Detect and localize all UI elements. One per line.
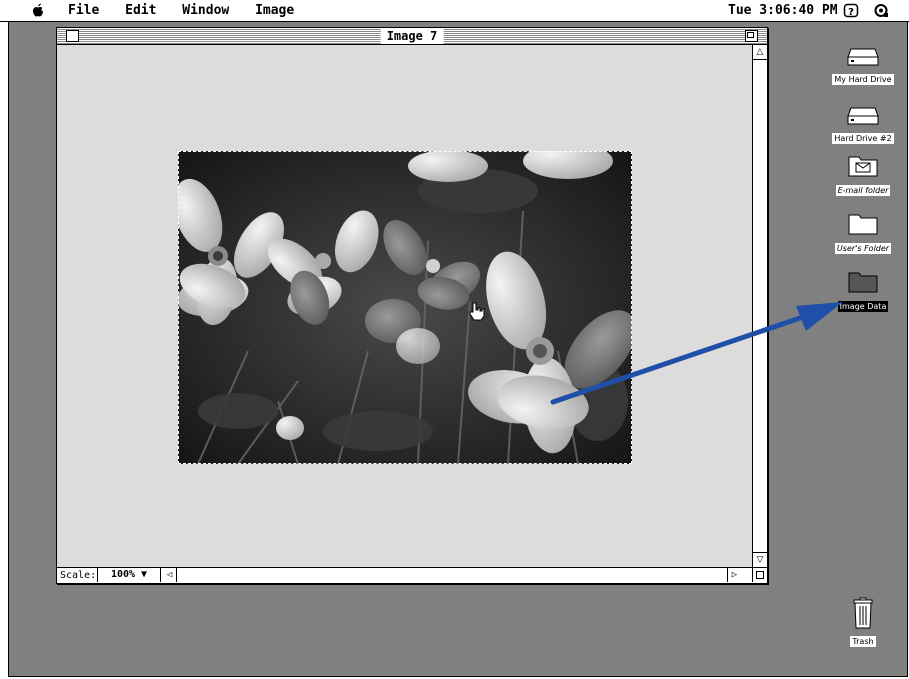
email-folder-icon xyxy=(848,156,878,177)
scale-popup[interactable]: 100% ▼ xyxy=(97,568,161,582)
folder-icon xyxy=(848,214,878,235)
image-window[interactable]: Image 7 △ ▽ Scale: 100% ▼ ◁ ▷ xyxy=(56,27,768,584)
desktop-icon-label: User's Folder xyxy=(834,243,892,254)
scale-label: Scale: xyxy=(60,570,97,581)
desktop-icon-hard-drive-2[interactable]: Hard Drive #2 xyxy=(823,106,903,145)
desktop-icon-label: Hard Drive #2 xyxy=(832,133,894,144)
menu-items: File Edit Window Image xyxy=(68,0,312,21)
application-menu-icon[interactable] xyxy=(873,3,889,18)
desktop-icon-label: Trash xyxy=(850,636,876,647)
scroll-down-arrow-icon[interactable]: ▽ xyxy=(753,552,767,567)
vertical-scrollbar[interactable]: △ ▽ xyxy=(752,45,767,567)
menu-bar: File Edit Window Image Tue 3:06:40 PM ? xyxy=(0,0,909,22)
window-title-bar[interactable]: Image 7 xyxy=(57,28,767,45)
desktop-icon-label: E-mail folder xyxy=(835,185,891,196)
menu-edit[interactable]: Edit xyxy=(125,3,156,18)
desktop-icon-trash[interactable]: Trash xyxy=(823,597,903,648)
scroll-up-arrow-icon[interactable]: △ xyxy=(753,45,767,60)
window-title: Image 7 xyxy=(380,28,444,44)
desktop-icon-users-folder[interactable]: User's Folder xyxy=(823,210,903,255)
close-box-button[interactable] xyxy=(66,30,79,42)
apple-menu-icon[interactable] xyxy=(30,0,46,21)
flower-photo[interactable] xyxy=(178,151,632,464)
size-box-icon[interactable] xyxy=(752,568,767,582)
hard-drive-icon xyxy=(847,48,879,66)
zoom-box-button[interactable] xyxy=(745,30,758,42)
menu-file[interactable]: File xyxy=(68,3,99,18)
help-menu-icon[interactable]: ? xyxy=(843,3,859,18)
flower-photo-artwork xyxy=(178,151,632,464)
desktop-icon-label: My Hard Drive xyxy=(832,74,894,85)
desktop-icon-my-hard-drive[interactable]: My Hard Drive xyxy=(823,47,903,86)
scroll-left-arrow-icon[interactable]: ◁ xyxy=(163,568,177,582)
desktop-icon-label: Image Data xyxy=(837,301,889,312)
desktop-icon-image-data[interactable]: Image Data xyxy=(823,268,903,313)
trash-icon xyxy=(853,597,873,629)
scroll-right-arrow-icon[interactable]: ▷ xyxy=(727,568,741,582)
menu-window[interactable]: Window xyxy=(182,3,229,18)
window-bottom-bar: Scale: 100% ▼ ◁ ▷ xyxy=(57,567,767,583)
svg-text:?: ? xyxy=(848,7,854,18)
desktop-icon-email-folder[interactable]: E-mail folder xyxy=(823,152,903,197)
menu-clock[interactable]: Tue 3:06:40 PM xyxy=(728,0,838,21)
menu-image[interactable]: Image xyxy=(255,3,294,18)
hard-drive-icon xyxy=(847,107,879,125)
folder-icon xyxy=(848,272,878,293)
